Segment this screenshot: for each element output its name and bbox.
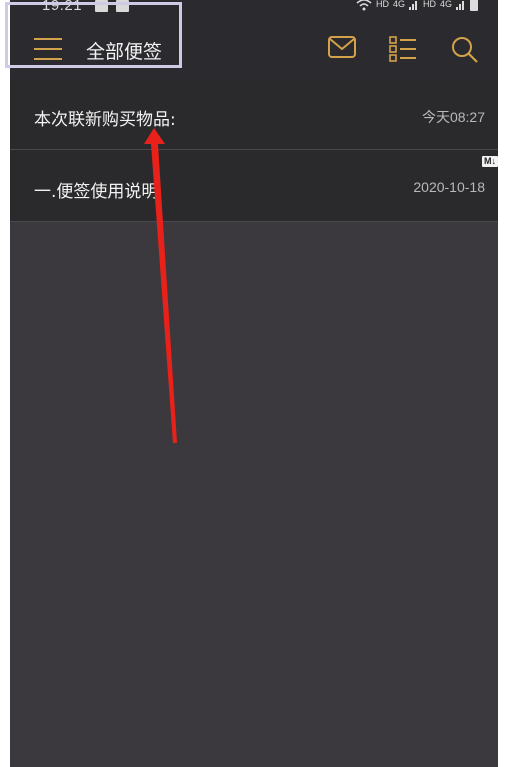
note-list: 本次联新购买物品: 今天08:27 M↓ 一.便签使用说明 2020-10-18 xyxy=(10,78,498,222)
network-type-2: 4G xyxy=(439,0,452,9)
title-highlight-box xyxy=(5,2,182,68)
note-item[interactable]: 本次联新购买物品: 今天08:27 xyxy=(10,78,498,150)
search-icon[interactable] xyxy=(451,36,479,64)
wifi-icon xyxy=(356,0,372,11)
mail-icon[interactable] xyxy=(328,36,356,58)
network-label-1: HD xyxy=(375,0,389,9)
note-date: 今天08:27 xyxy=(421,109,485,125)
network-label-2: HD xyxy=(422,0,436,9)
network-type-1: 4G xyxy=(392,0,405,9)
status-indicators: HD 4G HD 4G xyxy=(356,0,478,11)
phone-screen: 19:21 HD 4G HD 4G 全部便签 本次联新购买物品: 今天08:27… xyxy=(10,0,498,767)
note-date: 2020-10-18 xyxy=(413,179,485,195)
battery-icon xyxy=(470,0,478,11)
markdown-badge: M↓ xyxy=(482,156,498,167)
signal-icon xyxy=(408,0,419,10)
note-title: 一.便签使用说明 xyxy=(34,182,159,202)
note-title: 本次联新购买物品: xyxy=(34,110,176,130)
list-view-icon[interactable] xyxy=(389,36,417,62)
signal-icon xyxy=(456,0,466,10)
note-item[interactable]: M↓ 一.便签使用说明 2020-10-18 xyxy=(10,150,498,222)
